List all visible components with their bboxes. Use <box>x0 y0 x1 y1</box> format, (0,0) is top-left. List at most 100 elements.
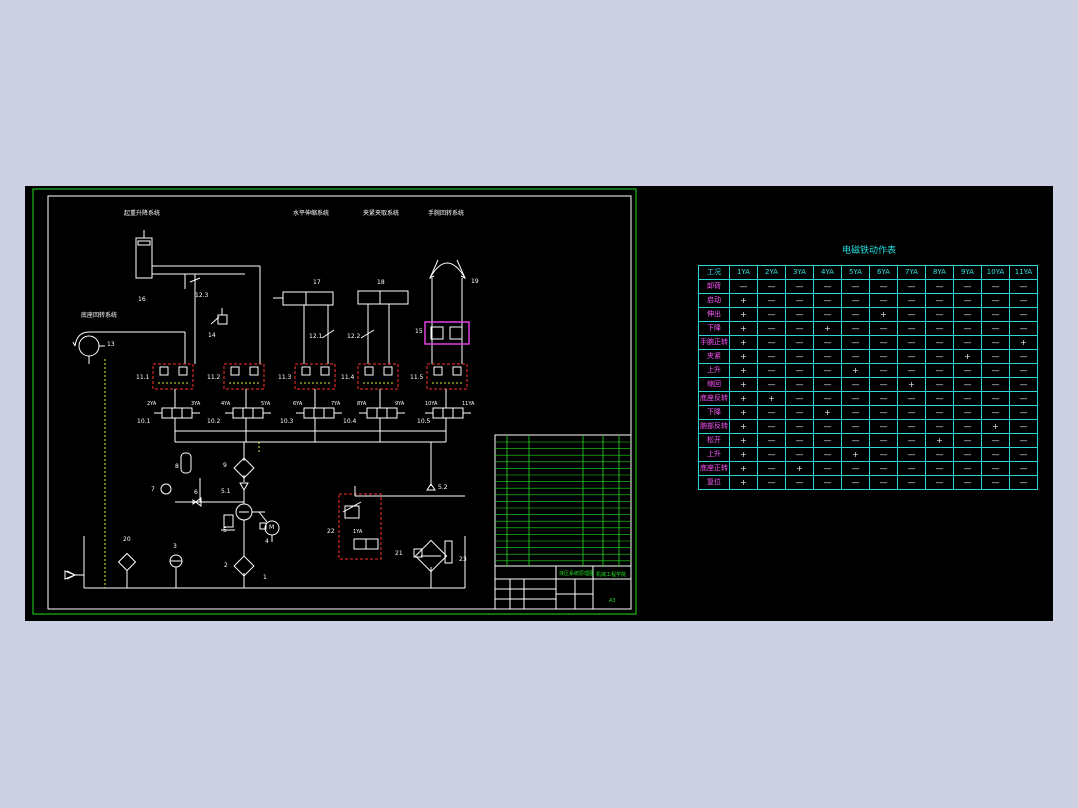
table-cell: — <box>757 447 786 462</box>
row-condition: 底座正转 <box>698 461 730 476</box>
table-row: 手腕正转 + — — — — — — — — — + <box>698 335 1038 350</box>
table-cell: — <box>925 307 954 322</box>
table-cell: + <box>729 307 758 322</box>
table-cell: — <box>1009 377 1038 392</box>
table-cell: — <box>813 433 842 448</box>
table-cell: — <box>981 433 1010 448</box>
table-cell: — <box>925 391 954 406</box>
table-cell: — <box>981 475 1010 490</box>
solenoid-table-header: 工况 1YA 2YA 3YA 4YA 5YA 6YA 7YA 8YA 9YA 10YA 11YA <box>698 265 1038 280</box>
table-cell: — <box>981 447 1010 462</box>
label-12-3: 12.3 <box>195 292 209 299</box>
table-row: 复位 + — — — — — — — — — — <box>698 475 1038 490</box>
row-condition: 启动 <box>698 293 730 308</box>
table-cell: — <box>869 447 898 462</box>
label-10-2: 10.2 <box>207 418 221 425</box>
table-cell: — <box>897 321 926 336</box>
table-cell: — <box>785 377 814 392</box>
table-row: 上升 + — — — + — — — — — — <box>698 447 1038 462</box>
label-10-5: 10.5 <box>417 418 431 425</box>
row-condition: 松开 <box>698 433 730 448</box>
table-cell: + <box>729 377 758 392</box>
table-cell: + <box>729 335 758 350</box>
label-5-1: 5.1 <box>221 488 231 495</box>
label-16: 16 <box>138 296 146 303</box>
table-cell: — <box>757 363 786 378</box>
supply-lines <box>174 389 447 486</box>
drain-lines <box>104 359 260 588</box>
table-cell: — <box>841 405 870 420</box>
table-cell: — <box>841 335 870 350</box>
horizontal-cylinder <box>273 291 335 364</box>
table-cell: — <box>869 321 898 336</box>
table-cell: — <box>953 293 982 308</box>
table-cell: — <box>757 321 786 336</box>
table-cell: — <box>813 475 842 490</box>
table-cell: — <box>757 433 786 448</box>
table-cell: + <box>841 447 870 462</box>
table-cell: + <box>729 475 758 490</box>
table-cell: — <box>813 279 842 294</box>
table-cell: — <box>981 461 1010 476</box>
table-cell: — <box>757 335 786 350</box>
table-cell: — <box>981 405 1010 420</box>
relief-valve-22 <box>342 486 465 550</box>
table-cell: — <box>1009 363 1038 378</box>
label-9: 9 <box>223 462 227 469</box>
sheet-size: A3 <box>609 598 616 604</box>
table-cell: — <box>785 419 814 434</box>
table-cell: — <box>1009 433 1038 448</box>
table-cell: — <box>757 405 786 420</box>
table-cell: — <box>897 461 926 476</box>
table-cell: — <box>925 461 954 476</box>
table-cell: — <box>869 419 898 434</box>
solenoid-6ya: 6YA <box>293 401 303 407</box>
table-cell: — <box>897 279 926 294</box>
table-cell: — <box>785 307 814 322</box>
row-condition: 上升 <box>698 447 730 462</box>
table-cell: — <box>925 377 954 392</box>
label-8: 8 <box>175 463 179 470</box>
solenoid-2ya: 2YA <box>147 401 157 407</box>
row-condition: 复位 <box>698 475 730 490</box>
table-cell: — <box>869 377 898 392</box>
label-17: 17 <box>313 279 321 286</box>
table-cell: — <box>925 321 954 336</box>
heading-wrist: 手腕回转系统 <box>428 210 465 217</box>
header-6ya: 6YA <box>869 265 898 280</box>
row-condition: 手腕正转 <box>698 335 730 350</box>
row-condition: 下降 <box>698 321 730 336</box>
row-condition: 下降 <box>698 405 730 420</box>
solenoid-10ya: 10YA <box>425 401 438 407</box>
motor-label: M <box>269 524 275 531</box>
heading-clamp: 夹紧夹取系统 <box>363 210 400 217</box>
label-11-2: 11.2 <box>207 374 221 381</box>
label-19: 19 <box>471 278 479 285</box>
row-condition: 夹紧 <box>698 349 730 364</box>
table-cell: — <box>981 349 1010 364</box>
table-cell: — <box>841 475 870 490</box>
table-cell: — <box>841 349 870 364</box>
solenoid-9ya: 9YA <box>395 401 405 407</box>
table-cell: — <box>953 279 982 294</box>
header-7ya: 7YA <box>897 265 926 280</box>
table-cell: — <box>953 307 982 322</box>
table-row: 上升 + — — — + — — — — — — <box>698 363 1038 378</box>
table-cell: — <box>813 447 842 462</box>
table-cell: — <box>897 391 926 406</box>
wrist-rotary-actuator <box>428 259 467 364</box>
table-cell: — <box>1009 419 1038 434</box>
solenoid-action-table: 工况 1YA 2YA 3YA 4YA 5YA 6YA 7YA 8YA 9YA 10YA 11YA 卸荷… <box>698 265 1038 490</box>
table-cell: — <box>1009 391 1038 406</box>
label-12-2: 12.2 <box>347 333 361 340</box>
table-row: 腕部反转 + — — — — — — — — + — <box>698 419 1038 434</box>
table-row: 下降 + — — + — — — — — — — <box>698 405 1038 420</box>
label-11-4: 11.4 <box>341 374 355 381</box>
table-cell: — <box>813 461 842 476</box>
solenoid-7ya: 7YA <box>331 401 341 407</box>
label-14: 14 <box>208 332 216 339</box>
label-10-3: 10.3 <box>280 418 294 425</box>
table-cell: — <box>785 405 814 420</box>
header-9ya: 9YA <box>953 265 982 280</box>
table-cell: + <box>729 349 758 364</box>
